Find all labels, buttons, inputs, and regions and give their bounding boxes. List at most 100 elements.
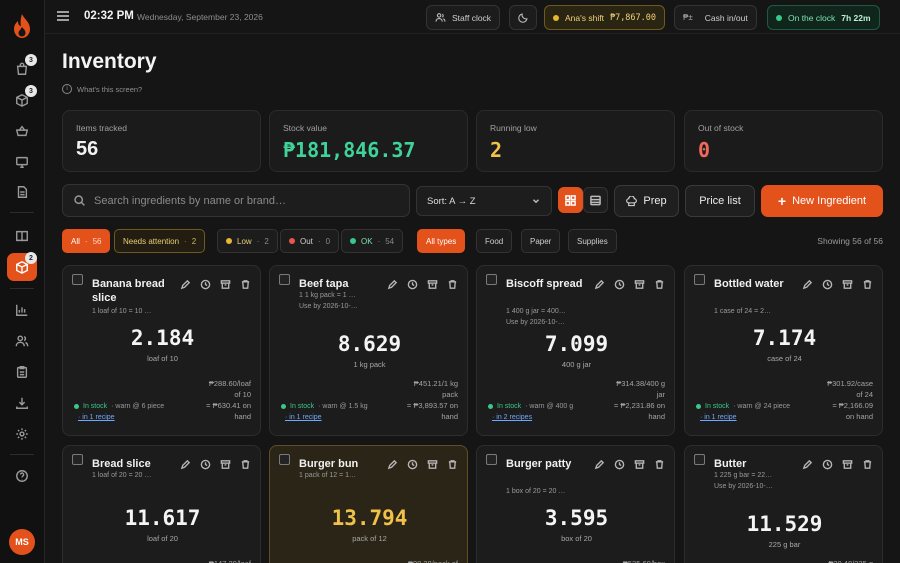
sort-select[interactable]: Sort: A → Z — [416, 186, 552, 216]
edit-icon[interactable] — [180, 459, 191, 470]
search-input[interactable] — [94, 194, 394, 207]
select-checkbox[interactable] — [694, 274, 705, 285]
ingredient-card[interactable]: Bottled water 1 case of 24 = 2… 7.174 cas… — [684, 265, 883, 436]
price-info: = ₱2,231.86 on — [613, 401, 665, 410]
trash-icon[interactable] — [862, 459, 873, 470]
ingredient-card[interactable]: Bread slice 1 loaf of 20 = 20 … 11.617 lo… — [62, 445, 261, 563]
history-icon[interactable] — [822, 279, 833, 290]
edit-icon[interactable] — [594, 459, 605, 470]
history-icon[interactable] — [200, 279, 211, 290]
ingredient-card[interactable]: Banana bread slice 1 loaf of 10 = 10 … 2.… — [62, 265, 261, 436]
sidebar-item-staff[interactable] — [7, 327, 37, 355]
select-checkbox[interactable] — [486, 454, 497, 465]
table-view-button[interactable] — [583, 187, 608, 213]
edit-icon[interactable] — [802, 459, 813, 470]
sidebar-item-pickup[interactable]: 3 — [7, 85, 37, 114]
sidebar-item-menu[interactable] — [7, 222, 37, 250]
recipe-link[interactable]: · in 1 recipe — [700, 414, 737, 421]
edit-icon[interactable] — [802, 279, 813, 290]
edit-icon[interactable] — [387, 279, 398, 290]
sidebar-item-inventory[interactable]: 2 — [7, 252, 37, 281]
hamburger-menu-icon[interactable] — [57, 11, 69, 21]
ingredient-card[interactable]: Biscoff spread 1 400 g jar = 400… Use by … — [476, 265, 675, 436]
type-filter-supplies[interactable]: Supplies — [568, 229, 617, 253]
prep-button[interactable]: Prep — [614, 185, 679, 217]
price-info: ₱535.60/box — [585, 558, 665, 563]
sidebar-item-display[interactable] — [7, 148, 37, 176]
history-icon[interactable] — [200, 459, 211, 470]
archive-icon[interactable] — [842, 459, 853, 470]
select-checkbox[interactable] — [279, 454, 290, 465]
sidebar-item-orders[interactable]: 3 — [7, 54, 37, 83]
trash-icon[interactable] — [447, 279, 458, 290]
archive-icon[interactable] — [842, 279, 853, 290]
archive-icon[interactable] — [220, 279, 231, 290]
filter-ok[interactable]: OK · 54 — [341, 229, 404, 253]
edit-icon[interactable] — [594, 279, 605, 290]
filter-low[interactable]: Low · 2 — [217, 229, 278, 253]
recipe-link[interactable]: · in 1 recipe — [78, 414, 115, 421]
new-ingredient-button[interactable]: + New Ingredient — [761, 185, 883, 217]
type-filter-food[interactable]: Food — [476, 229, 513, 253]
staff-clock-button[interactable]: Staff clock — [426, 5, 501, 30]
theme-toggle-button[interactable] — [509, 5, 537, 30]
archive-icon[interactable] — [634, 279, 645, 290]
recipe-link[interactable]: · in 1 recipe — [285, 414, 322, 421]
shift-label: Ana's shift — [565, 12, 604, 23]
filter-out[interactable]: Out · 0 — [280, 229, 340, 253]
edit-icon[interactable] — [180, 279, 191, 290]
archive-icon[interactable] — [427, 459, 438, 470]
history-icon[interactable] — [822, 459, 833, 470]
trash-icon[interactable] — [240, 279, 251, 290]
archive-icon[interactable] — [220, 459, 231, 470]
filter-count: 2 — [264, 236, 269, 246]
history-icon[interactable] — [614, 459, 625, 470]
ingredient-card[interactable]: Burger bun 1 pack of 12 = 1… 13.794 pack … — [269, 445, 468, 563]
history-icon[interactable] — [614, 279, 625, 290]
filter-all[interactable]: All · 56 — [62, 229, 111, 253]
history-icon[interactable] — [407, 279, 418, 290]
select-checkbox[interactable] — [694, 454, 705, 465]
type-filter-all[interactable]: All types — [417, 229, 466, 253]
select-checkbox[interactable] — [486, 274, 497, 285]
sidebar-item-export[interactable] — [7, 389, 37, 417]
select-checkbox[interactable] — [72, 274, 83, 285]
history-icon[interactable] — [407, 459, 418, 470]
shift-summary-button[interactable]: Ana's shift ₱7,867.00 — [544, 5, 666, 30]
trash-icon[interactable] — [240, 459, 251, 470]
stock-status: In stock · warn @ 1.5 kg — [281, 403, 368, 410]
cash-in-out-button[interactable]: ₱± Cash in/out — [674, 5, 757, 30]
select-checkbox[interactable] — [72, 454, 83, 465]
archive-icon[interactable] — [427, 279, 438, 290]
select-checkbox[interactable] — [279, 274, 290, 285]
sidebar-item-settings[interactable] — [7, 420, 37, 448]
sidebar-item-reports[interactable] — [7, 178, 37, 206]
filter-needs-attention[interactable]: Needs attention · 2 — [114, 229, 206, 253]
avatar[interactable]: MS — [9, 529, 35, 555]
ingredient-detail: 1 case of 24 = 2… — [714, 308, 772, 315]
trash-icon[interactable] — [654, 459, 665, 470]
price-info: ₱147.20/loaf — [171, 558, 251, 563]
grid-view-button[interactable] — [558, 187, 583, 213]
prep-label: Prep — [643, 195, 667, 207]
help-link[interactable]: i What's this screen? — [62, 84, 142, 94]
on-the-clock-button[interactable]: On the clock 7h 22m — [767, 5, 880, 30]
price-list-button[interactable]: Price list — [685, 185, 755, 217]
sidebar-item-basket[interactable] — [7, 117, 37, 145]
type-filter-paper[interactable]: Paper — [521, 229, 561, 253]
sidebar-item-help[interactable] — [7, 462, 37, 490]
archive-icon[interactable] — [634, 459, 645, 470]
trash-icon[interactable] — [862, 279, 873, 290]
price-info: = ₱3,893.57 on — [406, 401, 458, 410]
ingredient-card[interactable]: Beef tapa 1 1 kg pack = 1 … Use by 2026-1… — [269, 265, 468, 436]
status-dot — [74, 404, 79, 409]
sidebar-item-analytics[interactable] — [7, 296, 37, 324]
trash-icon[interactable] — [654, 279, 665, 290]
ingredient-card[interactable]: Burger patty 1 box of 20 = 20 … 3.595 box… — [476, 445, 675, 563]
trash-icon[interactable] — [447, 459, 458, 470]
sidebar-item-checklist[interactable] — [7, 358, 37, 386]
ingredient-card[interactable]: Butter 1 225 g bar = 22… Use by 2026-10-…… — [684, 445, 883, 563]
stat-running-low: Running low 2 — [476, 110, 675, 172]
recipe-link[interactable]: · in 2 recipes — [492, 414, 532, 421]
edit-icon[interactable] — [387, 459, 398, 470]
